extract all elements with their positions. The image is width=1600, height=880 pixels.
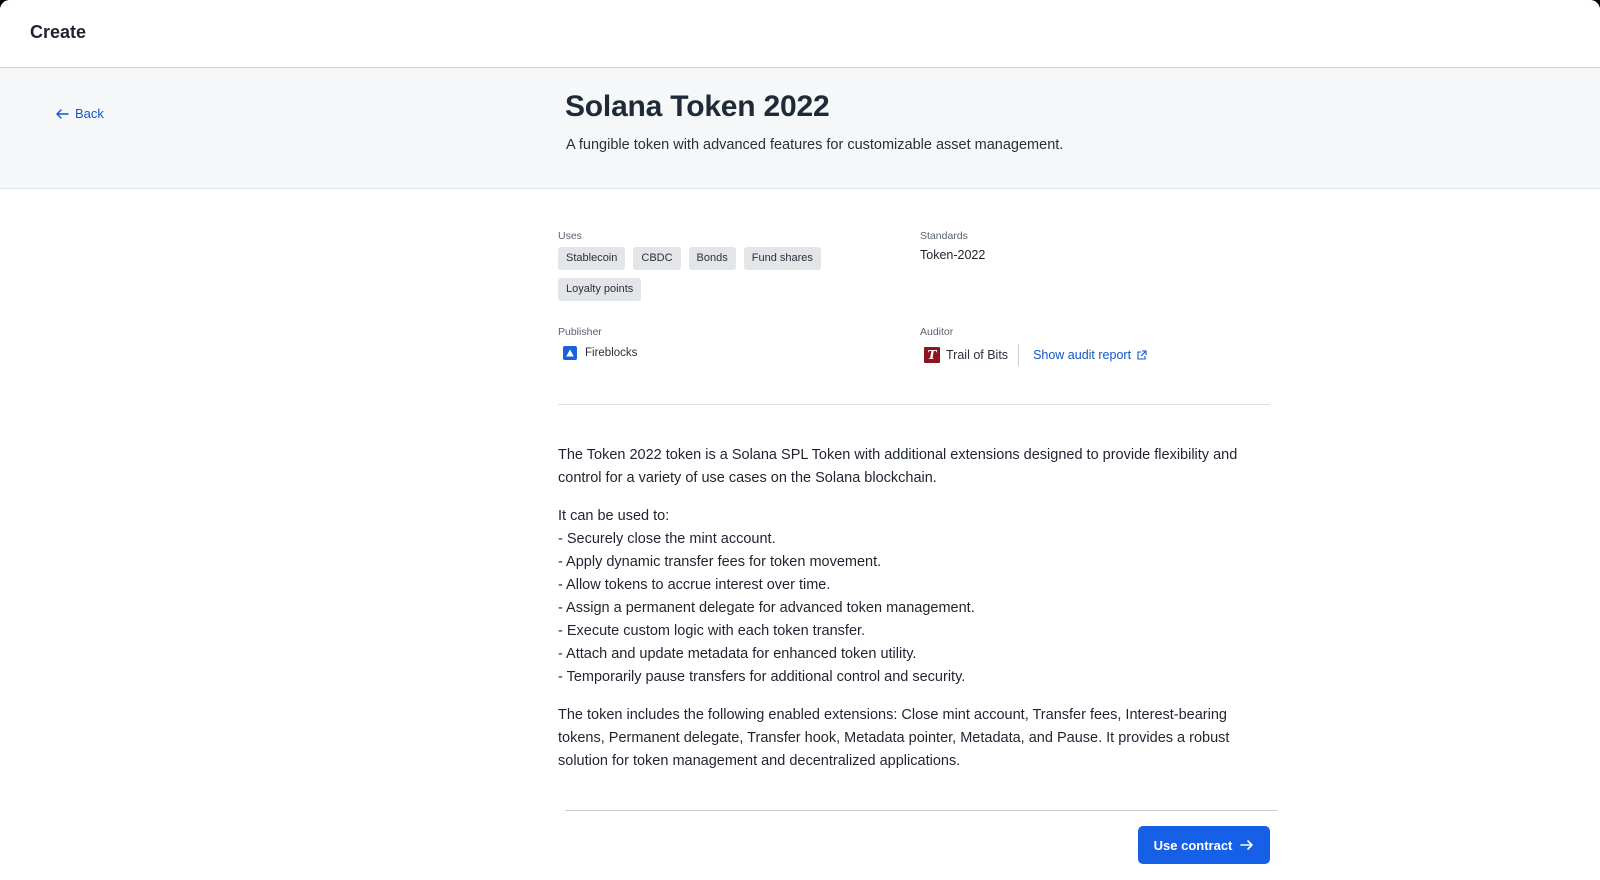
audit-link-label: Show audit report [1033, 348, 1132, 362]
auditor-label: Auditor [920, 326, 954, 338]
section-divider [558, 404, 1270, 405]
footer-divider [565, 810, 1277, 811]
fireblocks-logo-icon [563, 346, 577, 360]
uses-chip-list: Stablecoin CBDC Bonds Fund shares Loyalt… [558, 247, 858, 301]
uses-list-item: - Securely close the mint account. [558, 531, 776, 547]
description: The Token 2022 token is a Solana SPL Tok… [558, 444, 1258, 788]
uses-list-item: - Allow tokens to accrue interest over t… [558, 577, 831, 593]
show-audit-report-link[interactable]: Show audit report [1033, 348, 1147, 362]
uses-list-item: - Apply dynamic transfer fees for token … [558, 554, 882, 570]
use-contract-button[interactable]: Use contract [1138, 826, 1270, 864]
use-contract-label: Use contract [1153, 837, 1233, 853]
uses-list-item: - Assign a permanent delegate for advanc… [558, 600, 975, 616]
page-header-title: Create [30, 22, 87, 42]
description-uses: It can be used to: - Securely close the … [558, 505, 1258, 689]
use-chip: CBDC [633, 247, 681, 270]
publisher-name: Fireblocks [585, 347, 638, 359]
uses-list-item: - Execute custom logic with each token t… [558, 623, 866, 639]
arrow-right-icon [1240, 840, 1254, 850]
auditor: T Trail of Bits Show audit report [924, 344, 1147, 366]
use-chip: Stablecoin [558, 247, 626, 270]
arrow-left-icon [56, 108, 69, 119]
auditor-divider [1018, 344, 1020, 366]
description-extensions: The token includes the following enabled… [558, 707, 1230, 769]
uses-label: Uses [558, 230, 582, 242]
auditor-name: Trail of Bits [946, 348, 1009, 362]
uses-list-item: - Temporarily pause transfers for additi… [558, 669, 966, 685]
standards-value: Token-2022 [920, 248, 986, 262]
app-window: Create Back Solana Token 2022 A fungible… [0, 0, 1600, 880]
page-subtitle: A fungible token with advanced features … [566, 137, 1064, 153]
publisher: Fireblocks [563, 346, 637, 360]
use-chip: Loyalty points [558, 278, 642, 301]
top-bar: Create [0, 0, 1600, 68]
use-chip: Bonds [688, 247, 736, 270]
external-link-icon [1137, 349, 1147, 360]
publisher-label: Publisher [558, 326, 602, 338]
hero-section: Back Solana Token 2022 A fungible token … [0, 68, 1600, 189]
back-label: Back [75, 106, 104, 121]
uses-heading: It can be used to: [558, 508, 670, 524]
standards-label: Standards [920, 230, 968, 242]
description-intro: The Token 2022 token is a Solana SPL Tok… [558, 447, 1238, 486]
uses-list-item: - Attach and update metadata for enhance… [558, 646, 917, 662]
back-link[interactable]: Back [55, 106, 104, 121]
trail-of-bits-logo-icon: T [924, 347, 940, 363]
use-chip: Fund shares [743, 247, 821, 270]
page-title: Solana Token 2022 [565, 90, 830, 123]
